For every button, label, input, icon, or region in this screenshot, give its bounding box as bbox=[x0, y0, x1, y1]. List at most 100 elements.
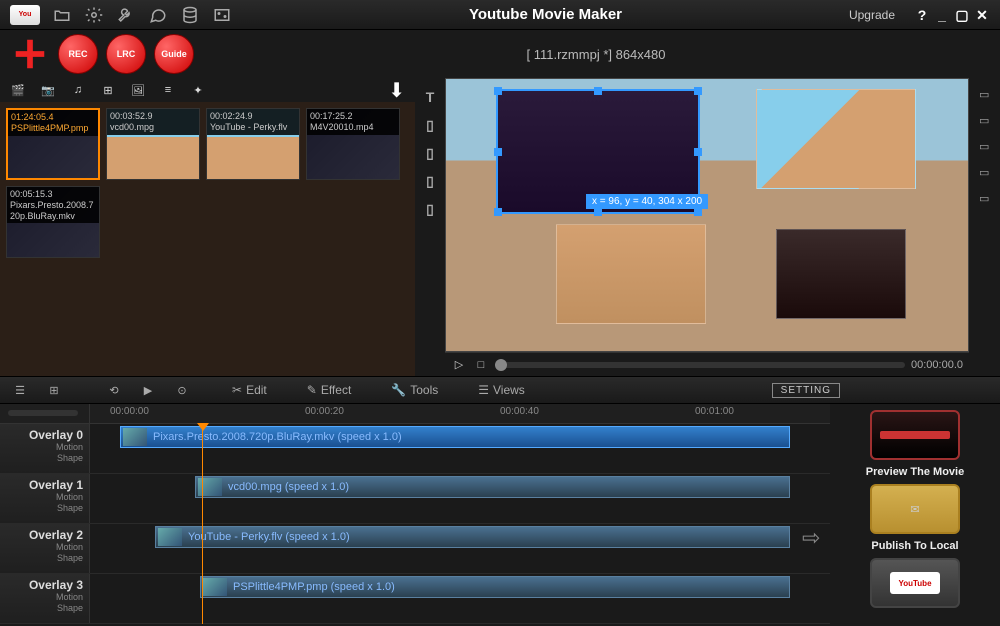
distribute-icon[interactable]: ▯ bbox=[421, 200, 439, 218]
media-grid: 01:24:05.4PSPlittle4PMP.pmp00:03:52.9vcd… bbox=[0, 102, 415, 376]
play-icon[interactable]: ▶ bbox=[138, 380, 158, 400]
titlebar: You Youtube Movie Maker Upgrade ? _ ▢ ✕ bbox=[0, 0, 1000, 30]
main-area: 🎬 📷 ♫ ⊞ 🖼 ≡ ✦ ⬇ 01:24:05.4PSPlittle4PMP.… bbox=[0, 78, 1000, 376]
tracks-container: Overlay 0MotionShape Pixars.Presto.2008.7… bbox=[0, 424, 830, 624]
plugin-tab-icon[interactable]: ✦ bbox=[190, 82, 206, 98]
timeline-track: Overlay 0MotionShape Pixars.Presto.2008.7… bbox=[0, 424, 830, 474]
timeline-clip[interactable]: vcd00.mpg (speed x 1.0) bbox=[195, 476, 790, 498]
main-toolbar: REC LRC Guide [ 111.rzmmpj *] 864x480 bbox=[0, 30, 1000, 78]
app-logo: You bbox=[10, 5, 40, 25]
track-header[interactable]: Overlay 3MotionShape bbox=[0, 574, 90, 623]
overlay-item[interactable] bbox=[776, 229, 906, 319]
publish-label: Publish To Local bbox=[871, 540, 958, 552]
rewind-icon[interactable]: ⟲ bbox=[104, 380, 124, 400]
rec-button[interactable]: REC bbox=[58, 34, 98, 74]
preview-label: Preview The Movie bbox=[866, 466, 964, 478]
valign-top-icon[interactable]: ▭ bbox=[979, 88, 995, 104]
valign-bottom-icon[interactable]: ▭ bbox=[979, 140, 995, 156]
chat-icon[interactable] bbox=[146, 3, 170, 27]
video-tab-icon[interactable]: 🎬 bbox=[10, 82, 26, 98]
timeline-clip[interactable]: Pixars.Presto.2008.720p.BluRay.mkv (spee… bbox=[120, 426, 790, 448]
guide-button[interactable]: Guide bbox=[154, 34, 194, 74]
media-item[interactable]: 00:05:15.3Pixars.Presto.2008.720p.BluRay… bbox=[6, 186, 100, 258]
preview-canvas[interactable]: x = 96, y = 40, 304 x 200 bbox=[445, 78, 969, 352]
align-center-icon[interactable]: ▯ bbox=[421, 144, 439, 162]
record-icon[interactable]: ⊙ bbox=[172, 380, 192, 400]
valign-mid-icon[interactable]: ▭ bbox=[979, 114, 995, 130]
timeline-ruler[interactable]: 00:00:00 00:00:20 00:00:40 00:01:00 bbox=[0, 404, 830, 424]
ruler-label: 00:01:00 bbox=[695, 406, 734, 417]
close-button[interactable]: ✕ bbox=[974, 7, 990, 23]
track-content[interactable]: Pixars.Presto.2008.720p.BluRay.mkv (spee… bbox=[90, 424, 830, 473]
publish-youtube-card[interactable]: YouTube bbox=[870, 558, 960, 608]
effect-menu[interactable]: ✎Effect bbox=[307, 383, 352, 397]
upgrade-link[interactable]: Upgrade bbox=[849, 8, 895, 22]
ruler-label: 00:00:20 bbox=[305, 406, 344, 417]
play-button[interactable]: ▷ bbox=[451, 357, 467, 373]
left-align-tools: T ▯ ▯ ▯ ▯ bbox=[415, 78, 445, 376]
overlay-item[interactable] bbox=[756, 89, 916, 189]
overlay-item[interactable] bbox=[556, 224, 706, 324]
timeline-toolbar: ☰ ⊞ ⟲ ▶ ⊙ ✂Edit ✎Effect 🔧Tools ☰Views SE… bbox=[0, 376, 1000, 404]
timeline-track: Overlay 1MotionShape vcd00.mpg (speed x 1… bbox=[0, 474, 830, 524]
timeline-track: Overlay 2MotionShape YouTube - Perky.flv … bbox=[0, 524, 830, 574]
timeline: 00:00:00 00:00:20 00:00:40 00:01:00 Overlay… bbox=[0, 404, 830, 626]
seek-slider[interactable] bbox=[495, 362, 905, 368]
download-icon[interactable]: ⬇ bbox=[388, 78, 405, 103]
maximize-button[interactable]: ▢ bbox=[954, 7, 970, 23]
text-tool-icon[interactable]: T bbox=[421, 88, 439, 106]
help-button[interactable]: ? bbox=[914, 7, 930, 23]
media-item[interactable]: 00:02:24.9YouTube - Perky.flv bbox=[206, 108, 300, 180]
media-item[interactable]: 00:17:25.2M4V20010.mp4 bbox=[306, 108, 400, 180]
right-align-tools: ▭ ▭ ▭ ▭ ▭ bbox=[974, 78, 1000, 376]
ruler-label: 00:00:40 bbox=[500, 406, 539, 417]
track-header[interactable]: Overlay 1MotionShape bbox=[0, 474, 90, 523]
menu-icon[interactable]: ☰ bbox=[10, 380, 30, 400]
gear-icon[interactable] bbox=[82, 3, 106, 27]
align-right-icon[interactable]: ▯ bbox=[421, 172, 439, 190]
publish-local-card[interactable]: ✉ bbox=[870, 484, 960, 534]
preview-panel: T ▯ ▯ ▯ ▯ x = 96, y = 40, 304 x 200 ▷ bbox=[415, 78, 1000, 376]
timeline-clip[interactable]: YouTube - Perky.flv (speed x 1.0) bbox=[155, 526, 790, 548]
preview-movie-card[interactable] bbox=[870, 410, 960, 460]
lrc-button[interactable]: LRC bbox=[106, 34, 146, 74]
arrow-out-icon[interactable]: ⇨ bbox=[802, 525, 820, 551]
screen-icon[interactable] bbox=[210, 3, 234, 27]
database-icon[interactable] bbox=[178, 3, 202, 27]
clip-tab-icon[interactable]: ⊞ bbox=[100, 82, 116, 98]
track-content[interactable]: PSPlittle4PMP.pmp (speed x 1.0) bbox=[90, 574, 830, 623]
wrench-icon[interactable] bbox=[114, 3, 138, 27]
vdistribute-icon[interactable]: ▭ bbox=[979, 166, 995, 182]
views-menu[interactable]: ☰Views bbox=[478, 383, 525, 397]
timeline-area: 00:00:00 00:00:20 00:00:40 00:01:00 Overlay… bbox=[0, 404, 1000, 626]
media-panel: 🎬 📷 ♫ ⊞ 🖼 ≡ ✦ ⬇ 01:24:05.4PSPlittle4PMP.… bbox=[0, 78, 415, 376]
image-tab-icon[interactable]: 🖼 bbox=[130, 82, 146, 98]
media-item[interactable]: 00:03:52.9vcd00.mpg bbox=[106, 108, 200, 180]
app-title: Youtube Movie Maker bbox=[242, 6, 849, 23]
align-left-icon[interactable]: ▯ bbox=[421, 116, 439, 134]
overlay-coords: x = 96, y = 40, 304 x 200 bbox=[586, 194, 708, 209]
track-content[interactable]: YouTube - Perky.flv (speed x 1.0) bbox=[90, 524, 830, 573]
minimize-button[interactable]: _ bbox=[934, 7, 950, 23]
ruler-label: 00:00:00 bbox=[110, 406, 149, 417]
stop-button[interactable]: □ bbox=[473, 357, 489, 373]
media-item[interactable]: 01:24:05.4PSPlittle4PMP.pmp bbox=[6, 108, 100, 180]
timeline-clip[interactable]: PSPlittle4PMP.pmp (speed x 1.0) bbox=[200, 576, 790, 598]
playbar: ▷ □ 00:00:00.0 bbox=[445, 352, 969, 376]
tools-menu[interactable]: 🔧Tools bbox=[391, 383, 438, 397]
edit-menu[interactable]: ✂Edit bbox=[232, 383, 267, 397]
list-tab-icon[interactable]: ≡ bbox=[160, 82, 176, 98]
setting-button[interactable]: SETTING bbox=[772, 383, 840, 398]
zoom-slider[interactable] bbox=[8, 410, 78, 416]
open-icon[interactable] bbox=[50, 3, 74, 27]
track-content[interactable]: vcd00.mpg (speed x 1.0) bbox=[90, 474, 830, 523]
track-header[interactable]: Overlay 0MotionShape bbox=[0, 424, 90, 473]
photo-tab-icon[interactable]: 📷 bbox=[40, 82, 56, 98]
playhead[interactable] bbox=[202, 424, 203, 624]
music-tab-icon[interactable]: ♫ bbox=[70, 82, 86, 98]
project-info: [ 111.rzmmpj *] 864x480 bbox=[202, 47, 990, 62]
add-button[interactable] bbox=[10, 34, 50, 74]
grid-icon[interactable]: ⊞ bbox=[44, 380, 64, 400]
layers-icon[interactable]: ▭ bbox=[979, 192, 995, 208]
track-header[interactable]: Overlay 2MotionShape bbox=[0, 524, 90, 573]
